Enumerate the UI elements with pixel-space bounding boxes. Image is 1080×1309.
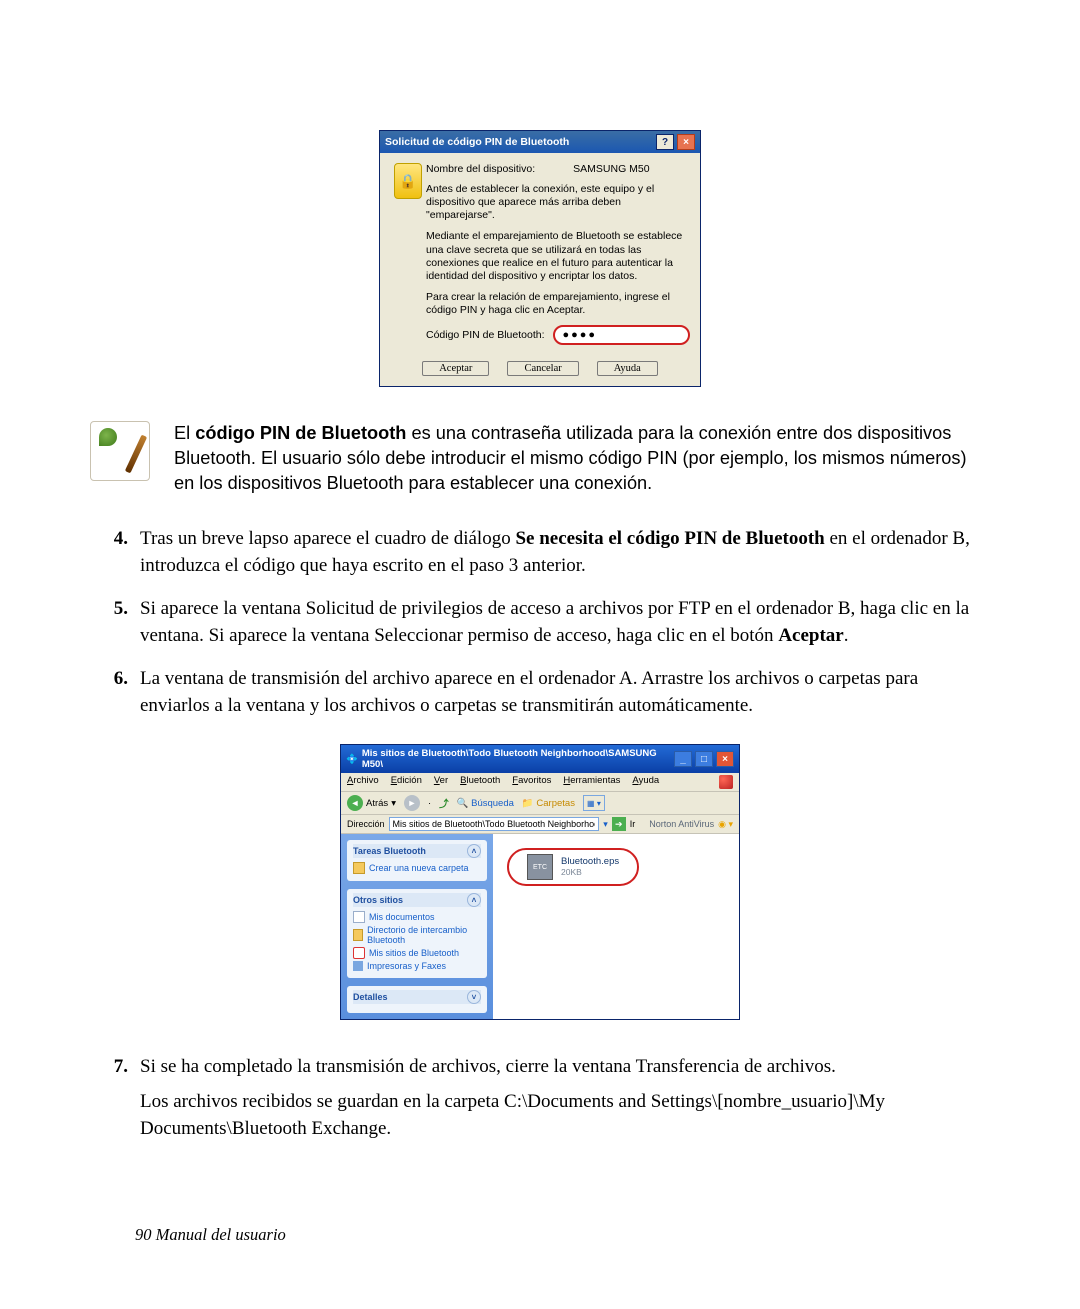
menu-ayuda[interactable]: Ayuda: [632, 775, 659, 789]
bluetooth-icon: 💠: [346, 754, 358, 765]
step-5-text: Si aparece la ventana Solicitud de privi…: [140, 596, 990, 650]
explorer-title: Mis sitios de Bluetooth\Todo Bluetooth N…: [362, 748, 674, 770]
step-number: 4.: [90, 526, 140, 580]
folders-button[interactable]: 📁 Carpetas: [522, 798, 575, 809]
minimize-icon[interactable]: _: [674, 751, 692, 767]
sidebar-item-bt-places[interactable]: Mis sitios de Bluetooth: [353, 946, 481, 960]
menu-ver[interactable]: Ver: [434, 775, 448, 789]
panel-otros-title: Otros sitios: [353, 895, 403, 905]
explorer-titlebar: 💠 Mis sitios de Bluetooth\Todo Bluetooth …: [341, 745, 739, 773]
step-number: 6.: [90, 666, 140, 720]
windows-flag-icon: [719, 775, 733, 789]
accept-button[interactable]: Aceptar: [422, 361, 489, 376]
panel-detalles-title: Detalles: [353, 992, 388, 1002]
bluetooth-icon: [353, 947, 365, 959]
address-label: Dirección: [347, 819, 385, 829]
bluetooth-pin-dialog: Solicitud de código PIN de Bluetooth ? ×…: [379, 130, 701, 387]
folder-icon: [353, 862, 365, 874]
printer-icon: [353, 961, 363, 971]
bluetooth-lock-icon: 🔒: [394, 163, 422, 199]
transferred-file[interactable]: ETC Bluetooth.eps 20KB: [507, 848, 639, 886]
close-icon[interactable]: ×: [677, 134, 695, 150]
address-input[interactable]: [389, 817, 600, 831]
back-button[interactable]: ◄Atrás ▾: [347, 795, 396, 811]
device-name-label: Nombre del dispositivo:: [426, 163, 535, 175]
device-name-value: SAMSUNG M50: [573, 163, 649, 175]
search-button[interactable]: 🔍 Búsqueda: [457, 798, 514, 809]
help-icon[interactable]: ?: [656, 134, 674, 150]
menu-favoritos[interactable]: Favoritos: [512, 775, 551, 789]
cancel-button[interactable]: Cancelar: [507, 361, 578, 376]
dialog-titlebar: Solicitud de código PIN de Bluetooth ? ×: [380, 131, 700, 153]
menu-herramientas[interactable]: Herramientas: [563, 775, 620, 789]
dialog-para1: Antes de establecer la conexión, este eq…: [426, 183, 690, 222]
dialog-para3: Para crear la relación de emparejamiento…: [426, 291, 690, 317]
page-footer: 90 Manual del usuario: [135, 1225, 286, 1245]
up-icon[interactable]: ⤴: [439, 796, 449, 810]
file-thumb-icon: ETC: [527, 854, 553, 880]
maximize-icon[interactable]: □: [695, 751, 713, 767]
go-label: Ir: [630, 819, 636, 829]
antivirus-label: Norton AntiVirus: [649, 819, 714, 829]
step-7-text: Si se ha completado la transmisión de ar…: [140, 1054, 990, 1151]
dialog-title: Solicitud de código PIN de Bluetooth: [385, 136, 569, 148]
sidebar-item-printers[interactable]: Impresoras y Faxes: [353, 960, 481, 972]
menu-edicion[interactable]: Edición: [391, 775, 422, 789]
chevron-down-icon[interactable]: ˅: [467, 990, 481, 1004]
close-icon[interactable]: ×: [716, 751, 734, 767]
note-text: El código PIN de Bluetooth es una contra…: [174, 421, 990, 496]
step-4-text: Tras un breve lapso aparece el cuadro de…: [140, 526, 990, 580]
sidebar-item-bt-exchange[interactable]: Directorio de intercambio Bluetooth: [353, 924, 481, 946]
chevron-up-icon[interactable]: ˄: [467, 844, 481, 858]
step-6-text: La ventana de transmisión del archivo ap…: [140, 666, 990, 720]
menu-bluetooth[interactable]: Bluetooth: [460, 775, 500, 789]
help-button[interactable]: Ayuda: [597, 361, 658, 376]
go-button[interactable]: ➔: [612, 817, 626, 831]
step-number: 5.: [90, 596, 140, 650]
toolbar: ◄Atrás ▾ ► · ⤴ 🔍 Búsqueda 📁 Carpetas ▦ ▾: [341, 792, 739, 815]
file-size: 20KB: [561, 868, 619, 877]
pin-input[interactable]: ●●●●: [553, 325, 691, 345]
antivirus-icon[interactable]: ◉ ▾: [718, 819, 733, 830]
tasks-sidebar: Tareas Bluetooth ˄ Crear una nueva carpet…: [341, 834, 493, 1019]
address-bar: Dirección ▾ ➔ Ir Norton AntiVirus ◉ ▾: [341, 815, 739, 834]
chevron-up-icon[interactable]: ˄: [467, 893, 481, 907]
panel-tareas-title: Tareas Bluetooth: [353, 846, 426, 856]
note-icon: [90, 421, 150, 481]
menu-archivo[interactable]: Archivo: [347, 775, 379, 789]
views-button[interactable]: ▦ ▾: [583, 795, 605, 811]
sidebar-item-new-folder[interactable]: Crear una nueva carpeta: [353, 861, 481, 875]
forward-button[interactable]: ►: [404, 795, 420, 811]
document-icon: [353, 911, 365, 923]
dialog-para2: Mediante el emparejamiento de Bluetooth …: [426, 230, 690, 283]
pin-label: Código PIN de Bluetooth:: [426, 329, 545, 341]
explorer-window: 💠 Mis sitios de Bluetooth\Todo Bluetooth …: [340, 744, 740, 1020]
step-number: 7.: [90, 1054, 140, 1151]
folder-icon: [353, 929, 363, 941]
sidebar-item-mydocs[interactable]: Mis documentos: [353, 910, 481, 924]
menu-bar: Archivo Edición Ver Bluetooth Favoritos …: [341, 773, 739, 792]
